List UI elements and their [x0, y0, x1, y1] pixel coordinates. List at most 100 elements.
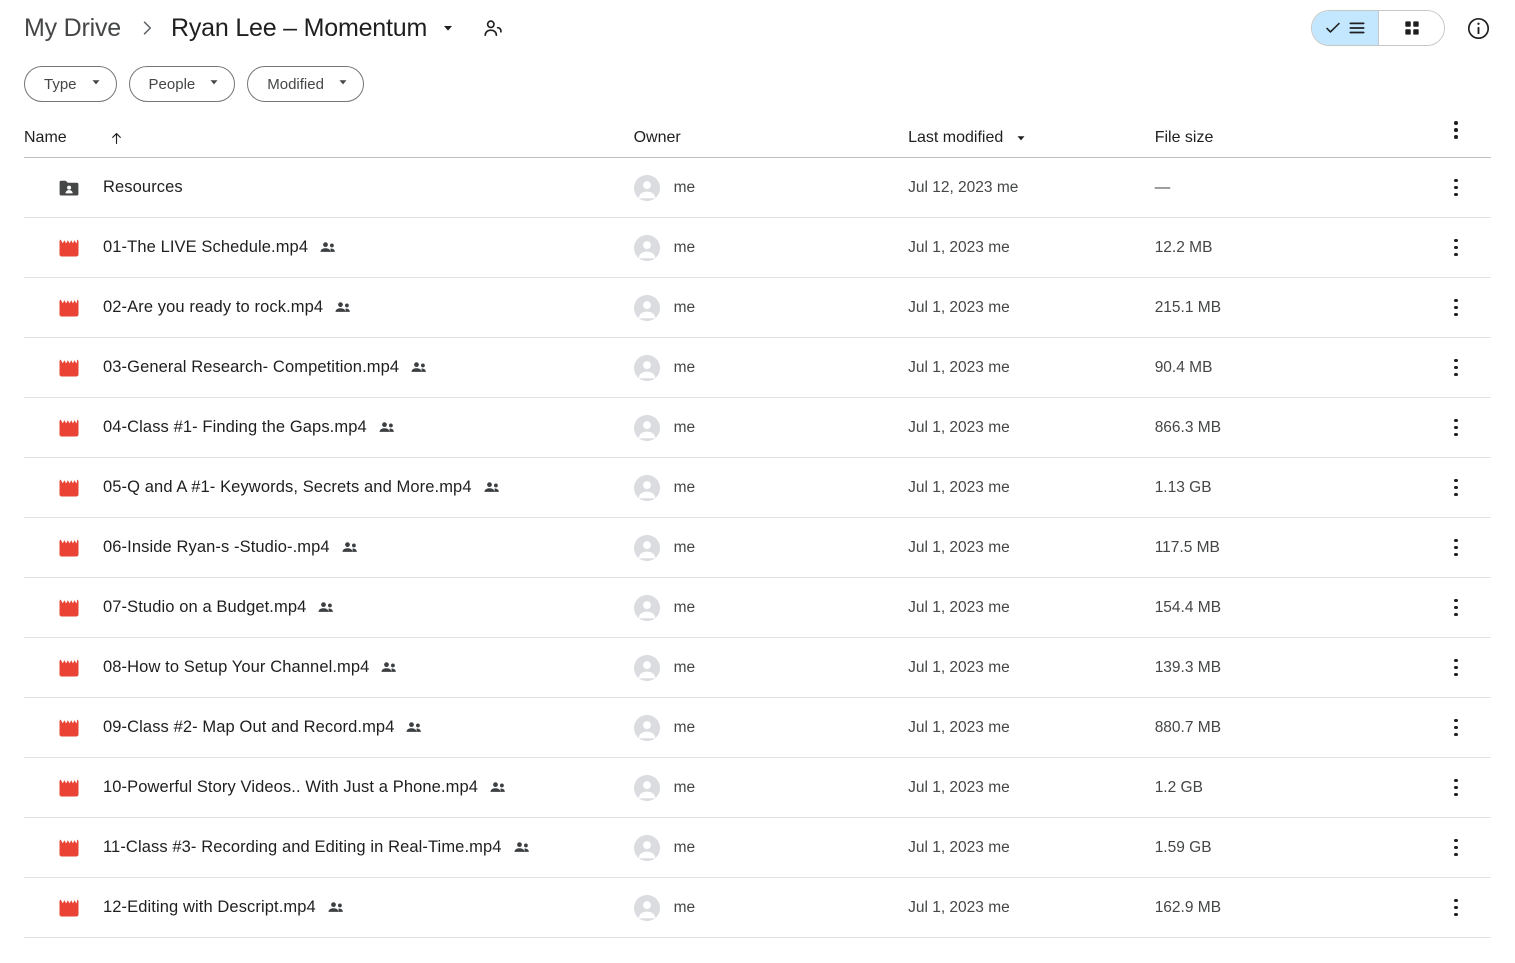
column-header-owner[interactable]: Owner [626, 129, 894, 147]
view-toggle [1311, 10, 1445, 46]
table-row[interactable]: 12-Editing with Descript.mp4 me Jul 1, 202… [24, 878, 1491, 938]
people-shared-icon[interactable] [482, 17, 505, 40]
breadcrumb-current-folder[interactable]: Ryan Lee – Momentum [171, 14, 427, 43]
file-list-table: Name Owner Last modified File size Resou… [0, 112, 1515, 938]
video-file-icon [59, 299, 79, 316]
more-vertical-icon[interactable] [1439, 113, 1473, 147]
breadcrumb-my-drive[interactable]: My Drive [24, 14, 121, 43]
table-row[interactable]: 07-Studio on a Budget.mp4 me Jul 1, 2023 m… [24, 578, 1491, 638]
cell-row-menu [1439, 171, 1491, 205]
shared-badge-icon [317, 598, 336, 617]
owner-label: me [673, 718, 696, 736]
filter-chip-people[interactable]: People [128, 66, 236, 102]
people-shared-icon [318, 602, 334, 612]
shared-badge-icon [319, 238, 338, 257]
table-row[interactable]: 03-General Research- Competition.mp4 me Ju… [24, 338, 1491, 398]
table-row[interactable]: 10-Powerful Story Videos.. With Just a P… [24, 758, 1491, 818]
column-header-modified[interactable]: Last modified [894, 129, 1141, 147]
more-vertical-icon[interactable] [1439, 351, 1473, 385]
more-vertical-icon[interactable] [1439, 231, 1473, 265]
file-name-label: 01-The LIVE Schedule.mp4 [103, 238, 309, 256]
caret-down-icon[interactable] [1014, 131, 1028, 145]
file-name-label: 07-Studio on a Budget.mp4 [103, 598, 307, 616]
video-file-icon [59, 899, 79, 916]
cell-name[interactable]: 10-Powerful Story Videos.. With Just a P… [24, 776, 626, 800]
cell-row-menu [1439, 891, 1491, 925]
cell-name[interactable]: 12-Editing with Descript.mp4 [24, 896, 626, 920]
file-name-label: 05-Q and A #1- Keywords, Secrets and Mor… [103, 478, 472, 496]
video-file-icon [59, 659, 79, 676]
avatar-placeholder-icon [633, 414, 660, 441]
cell-name[interactable]: 08-How to Setup Your Channel.mp4 [24, 656, 626, 680]
file-name-label: 06-Inside Ryan-s -Studio-.mp4 [103, 538, 330, 556]
more-vertical-icon[interactable] [1439, 531, 1473, 565]
cell-name[interactable]: 07-Studio on a Budget.mp4 [24, 596, 626, 620]
owner-label: me [673, 658, 696, 676]
video-file-icon [57, 776, 81, 800]
column-header-modified-label: Last modified [908, 129, 1004, 146]
last-modified-label: Jul 1, 2023 me [908, 598, 1010, 616]
more-vertical-icon[interactable] [1439, 891, 1473, 925]
last-modified-label: Jul 1, 2023 me [908, 238, 1010, 256]
cell-name[interactable]: 06-Inside Ryan-s -Studio-.mp4 [24, 536, 626, 560]
avatar-placeholder-icon [633, 594, 660, 621]
cell-name[interactable]: 03-General Research- Competition.mp4 [24, 356, 626, 380]
shared-badge-icon [380, 658, 399, 677]
last-modified-label: Jul 1, 2023 me [908, 298, 1010, 316]
grid-view-icon [1404, 21, 1419, 35]
cell-name[interactable]: 04-Class #1- Finding the Gaps.mp4 [24, 416, 626, 440]
filter-chip-type[interactable]: Type [24, 66, 117, 102]
cell-name[interactable]: 05-Q and A #1- Keywords, Secrets and Mor… [24, 476, 626, 500]
grid-view-button[interactable] [1378, 11, 1444, 45]
cell-name[interactable]: Resources [24, 176, 626, 200]
cell-name[interactable]: 02-Are you ready to rock.mp4 [24, 296, 626, 320]
video-file-icon [59, 839, 79, 856]
list-view-button[interactable] [1312, 11, 1378, 45]
table-row[interactable]: 09-Class #2- Map Out and Record.mp4 me Jul… [24, 698, 1491, 758]
more-vertical-icon[interactable] [1439, 771, 1473, 805]
check-icon [1325, 22, 1340, 33]
more-vertical-icon[interactable] [1439, 291, 1473, 325]
file-name-label: 03-General Research- Competition.mp4 [103, 358, 400, 376]
cell-name[interactable]: 01-The LIVE Schedule.mp4 [24, 236, 626, 260]
column-header-size[interactable]: File size [1141, 129, 1439, 147]
cell-name[interactable]: 09-Class #2- Map Out and Record.mp4 [24, 716, 626, 740]
cell-owner: me [626, 174, 894, 201]
cell-name[interactable]: 11-Class #3- Recording and Editing in Re… [24, 836, 626, 860]
info-button[interactable] [1459, 9, 1497, 47]
more-vertical-icon[interactable] [1439, 171, 1473, 205]
owner-label: me [673, 238, 696, 256]
owner-label: me [673, 478, 696, 496]
table-row[interactable]: 06-Inside Ryan-s -Studio-.mp4 me Jul 1, 20… [24, 518, 1491, 578]
file-name-label: 08-How to Setup Your Channel.mp4 [103, 658, 370, 676]
avatar [633, 174, 660, 201]
cell-row-menu [1439, 231, 1491, 265]
table-row[interactable]: 02-Are you ready to rock.mp4 me Jul 1, 202… [24, 278, 1491, 338]
table-row[interactable]: 04-Class #1- Finding the Gaps.mp4 me Jul 1… [24, 398, 1491, 458]
filter-chip-modified[interactable]: Modified [247, 66, 364, 102]
arrow-up-icon[interactable] [108, 130, 125, 147]
column-header-name[interactable]: Name [24, 129, 626, 147]
table-row[interactable]: Resources me Jul 12, 2023 me — [24, 158, 1491, 218]
more-vertical-icon[interactable] [1439, 411, 1473, 445]
cell-owner: me [626, 594, 894, 621]
cell-last-modified: Jul 1, 2023 me [894, 599, 1141, 617]
table-row[interactable]: 01-The LIVE Schedule.mp4 me Jul 1, 2023 me… [24, 218, 1491, 278]
avatar-placeholder-icon [633, 894, 660, 921]
chevron-down-icon[interactable] [440, 20, 456, 36]
avatar [633, 534, 660, 561]
cell-file-size: 162.9 MB [1141, 899, 1439, 917]
last-modified-label: Jul 1, 2023 me [908, 658, 1010, 676]
more-vertical-icon[interactable] [1439, 651, 1473, 685]
more-vertical-icon[interactable] [1439, 471, 1473, 505]
table-row[interactable]: 05-Q and A #1- Keywords, Secrets and Mor… [24, 458, 1491, 518]
table-row[interactable]: 11-Class #3- Recording and Editing in Re… [24, 818, 1491, 878]
table-row[interactable]: 08-How to Setup Your Channel.mp4 me Jul 1,… [24, 638, 1491, 698]
more-vertical-icon[interactable] [1439, 831, 1473, 865]
more-vertical-icon[interactable] [1439, 711, 1473, 745]
more-vertical-icon[interactable] [1439, 591, 1473, 625]
owner-label: me [673, 778, 696, 796]
file-size-label: 1.59 GB [1154, 838, 1212, 856]
people-shared-icon [411, 362, 426, 372]
avatar-placeholder-icon [633, 294, 660, 321]
